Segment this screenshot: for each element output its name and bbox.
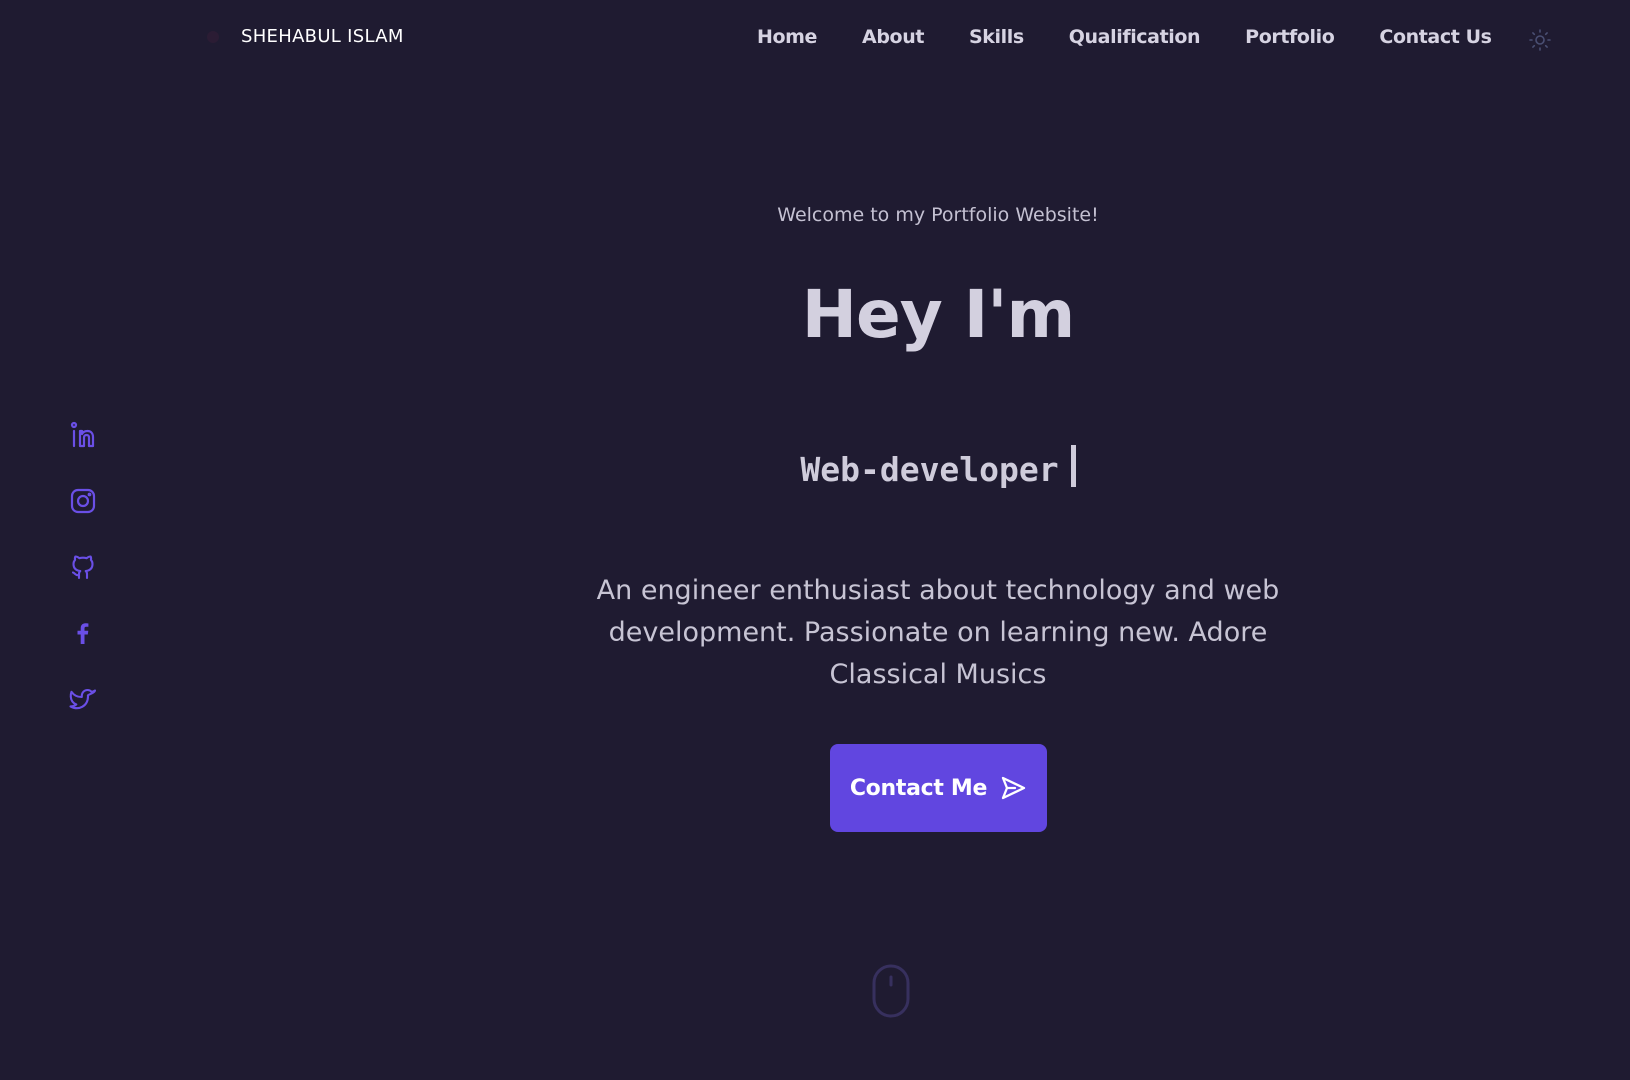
twitter-link[interactable] <box>68 684 98 714</box>
logo-icon <box>207 30 219 43</box>
instagram-link[interactable] <box>68 486 98 516</box>
welcome-text: Welcome to my Portfolio Website! <box>777 204 1099 226</box>
logo[interactable]: SHEHABUL ISLAM <box>207 26 404 47</box>
nav-home[interactable]: Home <box>757 26 817 48</box>
hero-description: An engineer enthusiast about technology … <box>596 575 1280 690</box>
header: SHEHABUL ISLAM Home About Skills Qualifi… <box>0 0 1630 80</box>
facebook-icon <box>77 623 89 644</box>
typing-cursor <box>1070 445 1076 487</box>
twitter-icon <box>69 688 97 710</box>
main-nav: Home About Skills Qualification Portfoli… <box>757 22 1552 52</box>
nav-portfolio[interactable]: Portfolio <box>1245 26 1335 48</box>
role-text: Web-developer <box>800 450 1059 489</box>
contact-me-label: Contact Me <box>849 775 988 801</box>
nav-about[interactable]: About <box>862 26 924 48</box>
linkedin-link[interactable] <box>68 420 98 450</box>
facebook-link[interactable] <box>68 618 98 648</box>
sun-icon[interactable] <box>1528 28 1552 52</box>
nav-qualification[interactable]: Qualification <box>1069 26 1201 48</box>
github-icon <box>71 555 94 580</box>
nav-skills[interactable]: Skills <box>969 26 1024 48</box>
greeting-heading: Hey I'm <box>801 276 1076 353</box>
role-typing: Web-developer <box>520 445 1356 489</box>
contact-me-button[interactable]: Contact Me <box>830 744 1047 832</box>
logo-text: SHEHABUL ISLAM <box>241 26 404 47</box>
mouse-icon[interactable] <box>871 963 911 1019</box>
linkedin-icon <box>70 421 95 448</box>
social-links <box>68 420 98 750</box>
nav-contact-us[interactable]: Contact Us <box>1379 26 1492 48</box>
github-link[interactable] <box>68 552 98 582</box>
instagram-icon <box>70 488 96 514</box>
send-icon <box>1002 776 1026 800</box>
